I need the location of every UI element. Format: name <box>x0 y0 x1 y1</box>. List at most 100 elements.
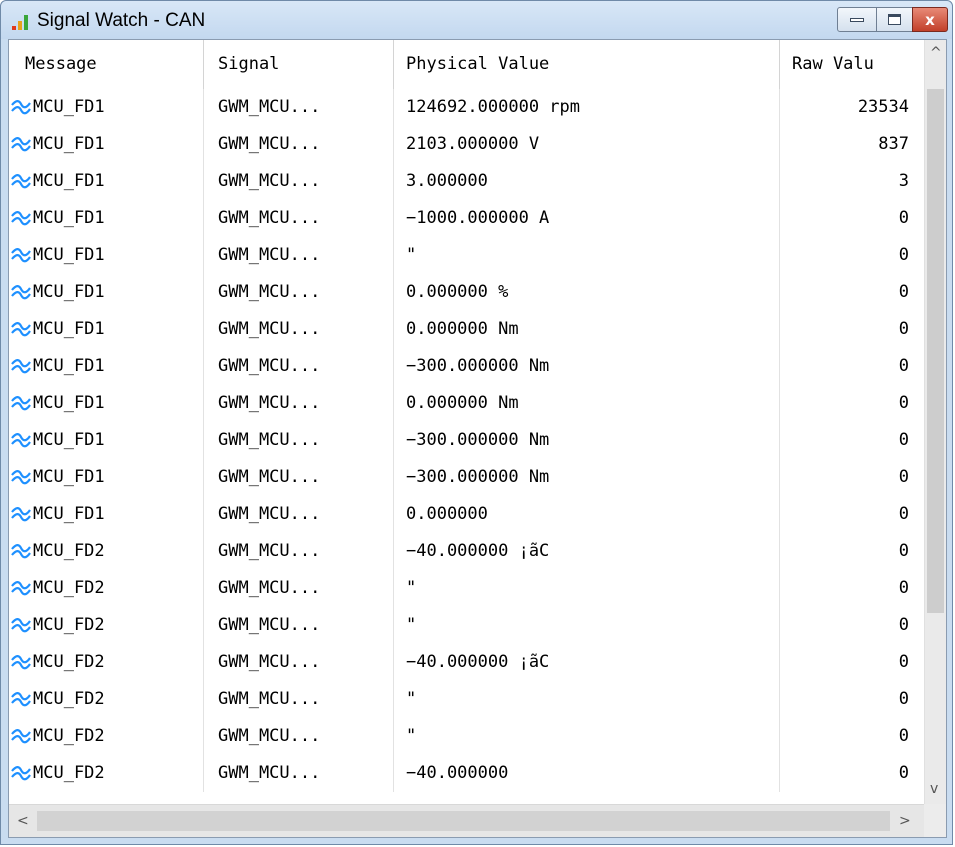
message-name: MCU_FD1 <box>33 393 105 413</box>
waveform-icon <box>11 248 31 263</box>
resize-grip[interactable] <box>924 804 946 837</box>
message-cell: MCU_FD1 <box>9 459 203 496</box>
message-cell: MCU_FD2 <box>9 570 203 607</box>
table-row[interactable]: MCU_FD2 GWM_MCU... " 0 <box>9 681 924 718</box>
table-row[interactable]: MCU_FD1 GWM_MCU... −1000.000000 A0 <box>9 200 924 237</box>
raw-value-cell: 0 <box>779 644 924 681</box>
raw-value-cell: 0 <box>779 496 924 533</box>
message-cell: MCU_FD1 <box>9 126 203 163</box>
message-name: MCU_FD2 <box>33 726 105 746</box>
raw-value-cell: 0 <box>779 570 924 607</box>
vertical-scroll-thumb[interactable] <box>927 89 944 613</box>
signal-cell: GWM_MCU... <box>203 385 393 422</box>
column-header-message[interactable]: Message <box>9 40 203 89</box>
message-cell: MCU_FD1 <box>9 237 203 274</box>
table-row[interactable]: MCU_FD2 GWM_MCU... −40.000000 ¡ãC 0 <box>9 644 924 681</box>
scroll-down-arrow-icon[interactable]: v <box>930 782 938 796</box>
physical-value-cell: " <box>393 570 779 607</box>
physical-value-cell: 124692.000000 rpm <box>393 89 779 126</box>
physical-value-cell: " <box>393 607 779 644</box>
raw-value-cell: 0 <box>779 607 924 644</box>
signal-cell: GWM_MCU... <box>203 126 393 163</box>
signal-watch-window: Signal Watch - CAN x Message Signal Phys… <box>0 0 953 845</box>
waveform-icon <box>11 692 31 707</box>
message-cell: MCU_FD1 <box>9 163 203 200</box>
table-row[interactable]: MCU_FD2 GWM_MCU... " 0 <box>9 718 924 755</box>
table-row[interactable]: MCU_FD1 GWM_MCU... 3.000000 3 <box>9 163 924 200</box>
column-header-physical-value[interactable]: Physical Value <box>393 40 779 89</box>
message-name: MCU_FD2 <box>33 763 105 783</box>
table-row[interactable]: MCU_FD1 GWM_MCU... −300.000000 Nm 0 <box>9 348 924 385</box>
message-cell: MCU_FD2 <box>9 755 203 792</box>
table-row[interactable]: MCU_FD2 GWM_MCU... −40.000000 0 <box>9 755 924 792</box>
table-row[interactable]: MCU_FD2 GWM_MCU... " 0 <box>9 607 924 644</box>
signal-cell: GWM_MCU... <box>203 422 393 459</box>
minimize-button[interactable] <box>837 7 877 32</box>
message-cell: MCU_FD1 <box>9 496 203 533</box>
close-icon: x <box>925 10 935 29</box>
waveform-icon <box>11 396 31 411</box>
message-cell: MCU_FD2 <box>9 533 203 570</box>
waveform-icon <box>11 433 31 448</box>
raw-value-cell: 0 <box>779 533 924 570</box>
table-row[interactable]: MCU_FD1 GWM_MCU... 124692.000000 rpm 23534 <box>9 89 924 126</box>
signal-cell: GWM_MCU... <box>203 348 393 385</box>
scroll-right-arrow-icon[interactable]: > <box>899 814 911 828</box>
waveform-icon <box>11 100 31 115</box>
table-row[interactable]: MCU_FD1 GWM_MCU... 0.000000 0 <box>9 496 924 533</box>
message-name: MCU_FD2 <box>33 541 105 561</box>
physical-value-cell: −1000.000000 A <box>393 200 779 237</box>
message-name: MCU_FD1 <box>33 319 105 339</box>
close-button[interactable]: x <box>912 7 948 32</box>
message-name: MCU_FD1 <box>33 356 105 376</box>
raw-value-cell: 3 <box>779 163 924 200</box>
window-title: Signal Watch - CAN <box>37 10 206 31</box>
column-header-signal[interactable]: Signal <box>203 40 393 89</box>
waveform-icon <box>11 655 31 670</box>
waveform-icon <box>11 174 31 189</box>
column-header-raw-value[interactable]: Raw Valu <box>779 40 924 89</box>
waveform-icon <box>11 618 31 633</box>
raw-value-cell: 0 <box>779 274 924 311</box>
raw-value-cell: 23534 <box>779 89 924 126</box>
table-row[interactable]: MCU_FD1 GWM_MCU... " 0 <box>9 237 924 274</box>
table-row[interactable]: MCU_FD1 GWM_MCU... 0.000000 Nm 0 <box>9 385 924 422</box>
title-bar[interactable]: Signal Watch - CAN x <box>1 1 952 39</box>
physical-value-cell: " <box>393 718 779 755</box>
waveform-icon <box>11 507 31 522</box>
message-name: MCU_FD1 <box>33 430 105 450</box>
table-row[interactable]: MCU_FD1 GWM_MCU... 0.000000 Nm 0 <box>9 311 924 348</box>
waveform-icon <box>11 137 31 152</box>
physical-value-cell: −300.000000 Nm <box>393 348 779 385</box>
horizontal-scrollbar[interactable]: < > <box>9 804 924 837</box>
raw-value-cell: 0 <box>779 422 924 459</box>
waveform-icon <box>11 359 31 374</box>
table-row[interactable]: MCU_FD1 GWM_MCU... 0.000000 % 0 <box>9 274 924 311</box>
table-row[interactable]: MCU_FD1 GWM_MCU... −300.000000 Nm 0 <box>9 422 924 459</box>
table-row[interactable]: MCU_FD1 GWM_MCU... 2103.000000 V 837 <box>9 126 924 163</box>
signal-cell: GWM_MCU... <box>203 644 393 681</box>
signal-cell: GWM_MCU... <box>203 755 393 792</box>
raw-value-cell: 837 <box>779 126 924 163</box>
raw-value-cell: 0 <box>779 755 924 792</box>
physical-value-cell: −40.000000 ¡ãC <box>393 644 779 681</box>
message-cell: MCU_FD1 <box>9 311 203 348</box>
vertical-scrollbar[interactable]: ^ v <box>924 40 946 804</box>
scroll-left-arrow-icon[interactable]: < <box>17 814 29 828</box>
table-row[interactable]: MCU_FD1 GWM_MCU... −300.000000 Nm 0 <box>9 459 924 496</box>
signal-cell: GWM_MCU... <box>203 681 393 718</box>
table-row[interactable]: MCU_FD2 GWM_MCU... " 0 <box>9 570 924 607</box>
raw-value-cell: 0 <box>779 681 924 718</box>
waveform-icon <box>11 322 31 337</box>
message-name: MCU_FD1 <box>33 134 105 154</box>
message-name: MCU_FD1 <box>33 504 105 524</box>
signal-cell: GWM_MCU... <box>203 274 393 311</box>
scroll-up-arrow-icon[interactable]: ^ <box>930 46 942 60</box>
horizontal-scroll-thumb[interactable] <box>37 811 890 831</box>
physical-value-cell: −300.000000 Nm <box>393 422 779 459</box>
table-row[interactable]: MCU_FD2 GWM_MCU... −40.000000 ¡ãC 0 <box>9 533 924 570</box>
raw-value-cell: 0 <box>779 459 924 496</box>
maximize-button[interactable] <box>876 7 913 32</box>
message-name: MCU_FD2 <box>33 689 105 709</box>
waveform-icon <box>11 729 31 744</box>
